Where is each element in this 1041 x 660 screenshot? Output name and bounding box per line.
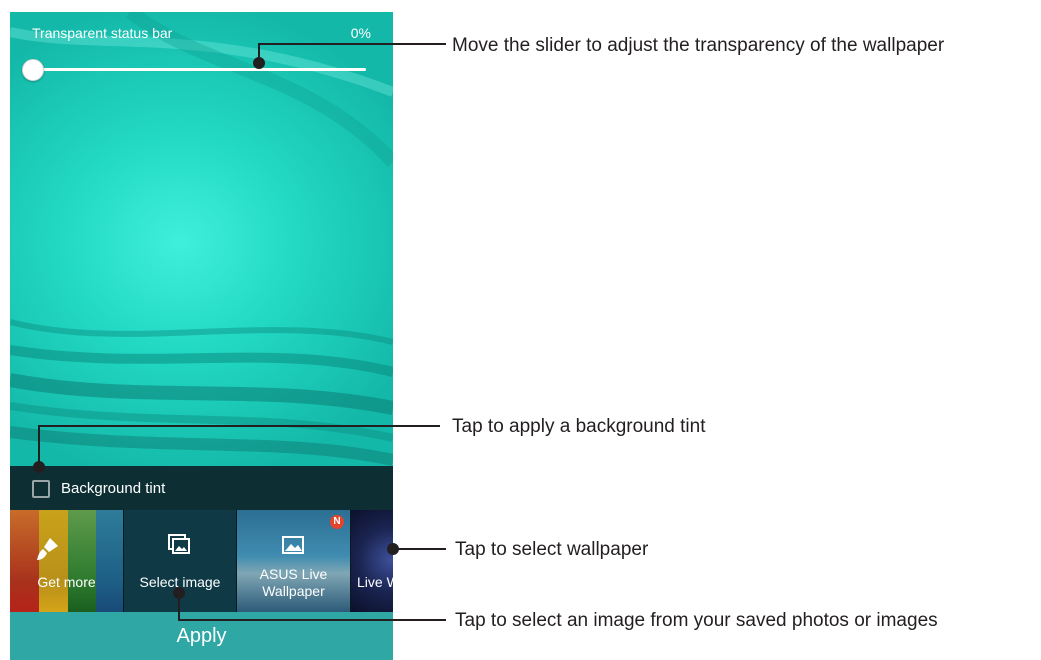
live-wallpaper-thumbnail[interactable]: Live W (351, 510, 393, 612)
asus-live-wallpaper-label-line2: Wallpaper (262, 583, 325, 599)
callout-tint-text: Tap to apply a background tint (452, 416, 706, 437)
background-tint-label: Background tint (61, 480, 166, 497)
background-tint-checkbox[interactable] (32, 480, 50, 498)
live-wallpaper-label: Live W (357, 574, 393, 590)
apply-button[interactable]: Apply (10, 612, 393, 660)
get-more-label: Get more (37, 574, 96, 590)
transparency-slider-thumb[interactable] (22, 59, 44, 81)
color-stripe (68, 510, 96, 612)
wallpaper-settings-screen: Transparent status bar 0% Background tin… (10, 12, 393, 660)
transparency-slider[interactable] (34, 68, 366, 71)
asus-live-wallpaper-label-line1: ASUS Live (259, 566, 328, 582)
gallery-icon (168, 534, 190, 554)
image-icon (282, 536, 304, 554)
color-stripe (96, 510, 123, 612)
select-image-label: Select image (139, 574, 221, 590)
wallpaper-thumbnail-strip[interactable]: Get more Select image N ASUS Live Wallpa… (10, 510, 393, 612)
select-image-thumbnail[interactable]: Select image (124, 510, 236, 612)
asus-live-wallpaper-thumbnail[interactable]: N ASUS Live Wallpaper (237, 510, 350, 612)
transparency-percent-value: 0% (350, 25, 371, 41)
transparent-status-bar-label: Transparent status bar (32, 25, 173, 41)
paintbrush-icon (37, 538, 58, 560)
callout-wallpaper-text: Tap to select wallpaper (455, 539, 649, 560)
transparent-status-bar-row: Transparent status bar 0% (10, 12, 393, 52)
callout-slider-text: Move the slider to adjust the transparen… (452, 35, 945, 56)
new-badge: N (330, 515, 344, 529)
callout-select-image-text: Tap to select an image from your saved p… (455, 610, 938, 631)
color-stripe (10, 510, 39, 612)
get-more-thumbnail[interactable]: Get more (10, 510, 123, 612)
background-tint-row[interactable]: Background tint (10, 466, 393, 510)
